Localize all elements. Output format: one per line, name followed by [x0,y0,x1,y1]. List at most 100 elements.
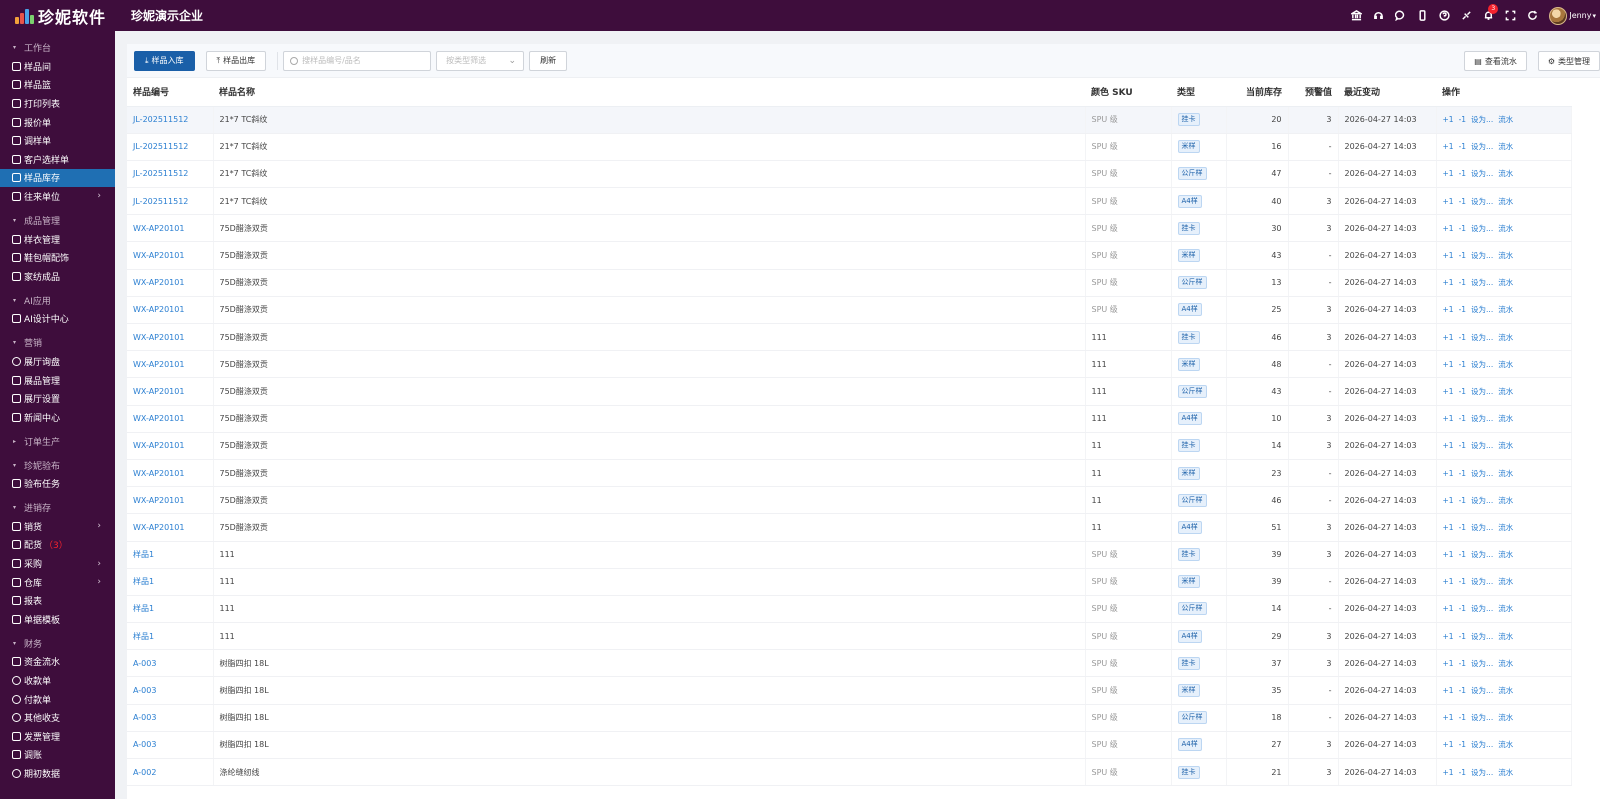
op-link[interactable]: -1 [1459,713,1466,722]
table-row[interactable]: A-003 树脂四扣 18L SPU 级 米样 35 - 2026-04-27 … [127,676,1572,705]
refresh-icon[interactable] [1521,0,1543,31]
op-link[interactable]: 流水 [1498,142,1513,151]
sample-code[interactable]: WX-AP20101 [127,350,214,379]
op-link[interactable]: 设为... [1471,496,1493,505]
op-link[interactable]: +1 [1443,740,1454,749]
sidebar-item[interactable]: 家纺成品 [0,267,115,286]
sidebar-item[interactable]: 报价单 [0,113,115,132]
bell-icon[interactable]: 3 [1477,0,1499,31]
op-link[interactable]: 设为... [1471,224,1493,233]
sidebar-item[interactable]: 打印列表 [0,94,115,113]
column-header[interactable]: 样品名称 [213,78,1085,107]
column-header[interactable]: 最近变动 [1338,78,1436,107]
sidebar-item[interactable]: AI设计中心 [0,310,115,329]
sidebar-item[interactable]: 样品库存 [0,168,115,188]
op-link[interactable]: 流水 [1498,686,1513,695]
op-link[interactable]: +1 [1443,360,1454,369]
sidebar-item[interactable]: 销货 › [0,517,115,536]
op-link[interactable]: +1 [1443,305,1454,314]
op-link[interactable]: -1 [1459,142,1466,151]
op-link[interactable]: +1 [1443,469,1454,478]
fullscreen-icon[interactable] [1499,0,1521,31]
sample-code[interactable]: A-002 [127,758,214,787]
user-menu[interactable]: Jenny ▾ [1543,0,1600,31]
inbound-button[interactable]: ⤓ 样品入库 [134,50,195,71]
op-link[interactable]: 流水 [1498,360,1513,369]
sidebar-group-header[interactable]: ▾ AI应用 [0,291,115,310]
sample-code[interactable]: JL-202511512 [127,187,214,216]
op-link[interactable]: +1 [1443,224,1454,233]
op-link[interactable]: 设为... [1471,550,1493,559]
op-link[interactable]: +1 [1443,768,1454,777]
op-link[interactable]: 设为... [1471,740,1493,749]
op-link[interactable]: 流水 [1498,115,1513,124]
sample-code[interactable]: JL-202511512 [127,160,214,189]
op-link[interactable]: +1 [1443,577,1454,586]
type-filter-select[interactable]: 按类型筛选 ⌄ [436,50,525,71]
headset-icon[interactable] [1367,0,1389,31]
table-row[interactable]: JL-202511512 21*7 TC斜纹 SPU 级 挂卡 20 3 202… [127,106,1572,134]
sidebar-item[interactable]: 往来单位 › [0,187,115,206]
op-link[interactable]: 流水 [1498,768,1513,777]
op-link[interactable]: -1 [1459,469,1466,478]
op-link[interactable]: 设为... [1471,333,1493,342]
sample-code[interactable]: WX-AP20101 [127,513,214,542]
sample-code[interactable]: WX-AP20101 [127,214,214,243]
search-input[interactable]: 搜样品编号/品名 [283,50,432,71]
sidebar-item[interactable]: 收款单 [0,671,115,690]
sidebar-item[interactable]: 鞋包帽配饰 [0,248,115,267]
table-row[interactable]: A-003 树脂四扣 18L SPU 级 A4样 27 3 2026-04-27… [127,731,1572,760]
op-link[interactable]: -1 [1459,632,1466,641]
op-link[interactable]: 流水 [1498,604,1513,613]
op-link[interactable]: 流水 [1498,523,1513,532]
op-link[interactable]: +1 [1443,142,1454,151]
op-link[interactable]: -1 [1459,278,1466,287]
op-link[interactable]: 设为... [1471,632,1493,641]
table-row[interactable]: WX-AP20101 75D醋涤双贡 SPU 级 挂卡 30 3 2026-04… [127,214,1572,243]
op-link[interactable]: +1 [1443,550,1454,559]
op-link[interactable]: +1 [1443,278,1454,287]
sidebar-group-header[interactable]: ▾ 营销 [0,333,115,352]
op-link[interactable]: 设为... [1471,686,1493,695]
phone-icon[interactable] [1411,0,1433,31]
sidebar-group-header[interactable]: ▾ 财务 [0,634,115,653]
table-row[interactable]: 样品1 111 SPU 级 A4样 29 3 2026-04-27 14:03 … [127,622,1572,651]
sidebar-item[interactable]: 样衣管理 [0,230,115,249]
op-link[interactable]: -1 [1459,305,1466,314]
op-link[interactable]: -1 [1459,441,1466,450]
sample-code[interactable]: A-003 [127,649,214,678]
sidebar-item[interactable]: 期初数据 [0,764,115,783]
op-link[interactable]: -1 [1459,577,1466,586]
sample-code[interactable]: WX-AP20101 [127,241,214,270]
op-link[interactable]: +1 [1443,604,1454,613]
sample-code[interactable]: 样品1 [127,541,214,569]
op-link[interactable]: 设为... [1471,142,1493,151]
link-icon[interactable] [1455,0,1477,31]
table-row[interactable]: WX-AP20101 75D醋涤双贡 111 挂卡 46 3 2026-04-2… [127,323,1572,352]
sample-code[interactable]: A-003 [127,731,214,760]
op-link[interactable]: +1 [1443,387,1454,396]
help-icon[interactable] [1433,0,1455,31]
op-link[interactable]: 流水 [1498,577,1513,586]
table-row[interactable]: 样品1 111 SPU 级 米样 39 - 2026-04-27 14:03 +… [127,568,1572,596]
op-link[interactable]: 流水 [1498,740,1513,749]
bank-icon[interactable] [1345,0,1367,31]
op-link[interactable]: 流水 [1498,632,1513,641]
table-row[interactable]: WX-AP20101 75D醋涤双贡 SPU 级 公斤样 13 - 2026-0… [127,269,1572,297]
op-link[interactable]: 流水 [1498,469,1513,478]
op-link[interactable]: -1 [1459,768,1466,777]
op-link[interactable]: 设为... [1471,523,1493,532]
sidebar-group-header[interactable]: ▾ 进销存 [0,498,115,517]
op-link[interactable]: 流水 [1498,387,1513,396]
table-row[interactable]: 样品1 111 SPU 级 公斤样 14 - 2026-04-27 14:03 … [127,595,1572,624]
op-link[interactable]: 设为... [1471,469,1493,478]
op-link[interactable]: -1 [1459,224,1466,233]
sidebar-group-header[interactable]: ▾ 工作台 [0,38,115,57]
sample-code[interactable]: 样品1 [127,595,214,624]
op-link[interactable]: 设为... [1471,251,1493,260]
sample-code[interactable]: A-003 [127,676,214,705]
sidebar-item[interactable]: 展品管理 [0,371,115,390]
op-link[interactable]: 设为... [1471,278,1493,287]
sidebar-item[interactable]: 资金流水 [0,653,115,672]
column-header[interactable]: 当前库存 [1226,78,1288,107]
